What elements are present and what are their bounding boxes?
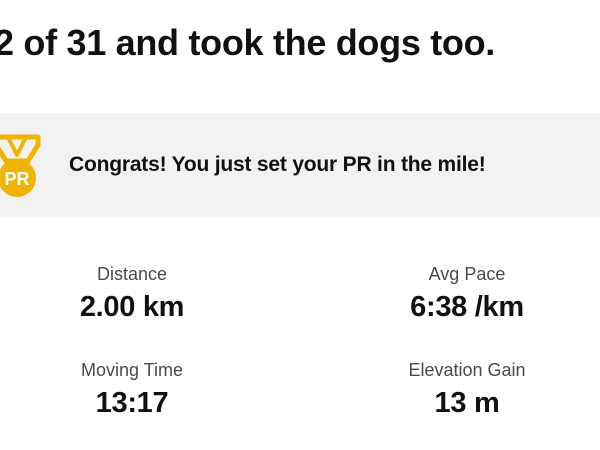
pr-badge-text: PR [4,169,29,189]
stat-value: 13 m [434,387,500,419]
stat-elevation-gain: Elevation Gain 13 m [347,360,587,420]
stat-distance: Distance 2.00 km [12,264,252,324]
stat-value: 2.00 km [79,291,185,323]
stat-value: 6:38 /km [410,291,524,323]
stat-label: Avg Pace [428,264,506,284]
pr-medal-icon: PR [0,134,41,197]
stat-label: Distance [96,264,168,284]
activity-title: 2 of 31 and took the dogs too. [0,22,496,63]
pr-message: Congrats! You just set your PR in the mi… [69,153,486,176]
stat-moving-time: Moving Time 13:17 [12,360,252,420]
stat-avg-pace: Avg Pace 6:38 /km [347,264,587,324]
pr-banner: PR Congrats! You just set your PR in the… [0,113,600,217]
stat-label: Elevation Gain [408,360,526,380]
stat-label: Moving Time [80,360,184,380]
stat-value: 13:17 [95,387,169,419]
activity-detail-page: 2 of 31 and took the dogs too. PR Congra… [0,0,600,450]
